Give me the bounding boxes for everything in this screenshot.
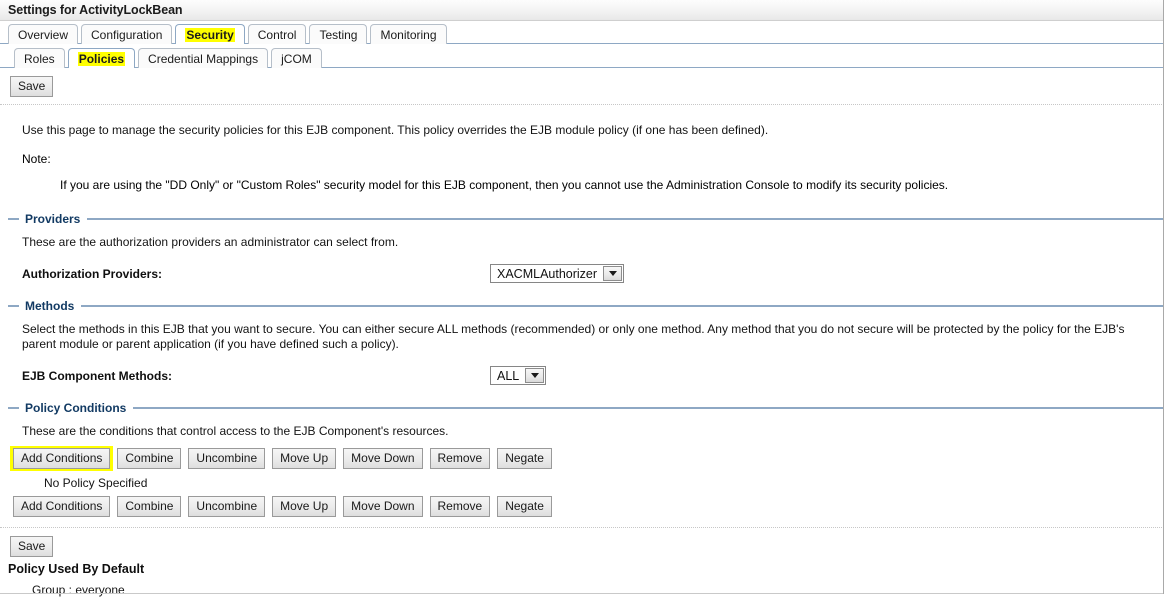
tab-roles[interactable]: Roles [14, 48, 65, 68]
move-up-button-bottom[interactable]: Move Up [272, 496, 337, 517]
tab-label: Control [257, 28, 297, 42]
settings-page: Settings for ActivityLockBean Overview C… [0, 0, 1172, 597]
methods-section-header: Methods [8, 299, 1164, 313]
policy-conditions-toolbar-bottom: Add Conditions Combine Uncombine Move Up… [13, 496, 1158, 517]
combine-button-bottom[interactable]: Combine [117, 496, 182, 517]
tab-testing[interactable]: Testing [309, 24, 368, 44]
tab-security[interactable]: Security [175, 24, 245, 44]
collapse-dash-icon [8, 305, 19, 307]
tab-jcom[interactable]: jCOM [271, 48, 322, 68]
scroll-track[interactable] [1167, 0, 1172, 594]
tab-configuration[interactable]: Configuration [81, 24, 173, 44]
tab-control[interactable]: Control [247, 24, 307, 44]
authorization-providers-label: Authorization Providers: [22, 266, 163, 281]
tab-credential-mappings[interactable]: Credential Mappings [138, 48, 269, 68]
divider-top [0, 104, 1164, 105]
authorization-providers-value: XACMLAuthorizer [497, 266, 598, 281]
tab-policies[interactable]: Policies [67, 48, 136, 68]
save-button-top[interactable]: Save [10, 76, 54, 97]
policy-used-by-default-title: Policy Used By Default [8, 562, 145, 576]
providers-section-header: Providers [8, 212, 1164, 226]
tab-monitoring[interactable]: Monitoring [370, 24, 447, 44]
tab-label: Testing [319, 28, 358, 42]
policy-conditions-section: Policy Conditions These are the conditio… [0, 401, 1172, 517]
chevron-down-icon[interactable] [525, 368, 545, 383]
uncombine-button-bottom[interactable]: Uncombine [188, 496, 266, 517]
ejb-component-methods-select[interactable]: ALL [490, 366, 547, 385]
tab-label: Roles [24, 52, 55, 66]
policy-conditions-section-title: Policy Conditions [25, 401, 127, 415]
methods-section-body: Select the methods in this EJB that you … [8, 322, 1164, 385]
ejb-component-methods-value: ALL [497, 368, 520, 383]
remove-button-top[interactable]: Remove [429, 448, 491, 469]
providers-description: These are the authorization providers an… [22, 235, 399, 249]
move-up-button-top[interactable]: Move Up [272, 448, 337, 469]
methods-description: Select the methods in this EJB that you … [22, 322, 1125, 351]
add-conditions-highlight: Add Conditions [10, 446, 114, 471]
policy-conditions-section-header: Policy Conditions [8, 401, 1164, 415]
methods-section: Methods Select the methods in this EJB t… [0, 299, 1172, 385]
tab-label: Monitoring [380, 28, 437, 42]
page-title: Settings for ActivityLockBean [8, 3, 183, 17]
move-down-button-bottom[interactable]: Move Down [343, 496, 423, 517]
tab-overview[interactable]: Overview [8, 24, 79, 44]
methods-section-title: Methods [25, 299, 75, 313]
note-label: Note: [22, 152, 51, 166]
no-policy-specified-text: No Policy Specified [44, 476, 148, 490]
window-titlebar: Settings for ActivityLockBean [0, 0, 1172, 21]
authorization-providers-select[interactable]: XACMLAuthorizer [490, 264, 625, 283]
negate-button-top[interactable]: Negate [497, 448, 552, 469]
tab-label: Configuration [91, 28, 163, 42]
policy-used-by-default-entry: Group : everyone [32, 583, 125, 597]
authorization-providers-row: Authorization Providers: XACMLAuthorizer [22, 264, 1158, 283]
uncombine-button-top[interactable]: Uncombine [188, 448, 266, 469]
tab-label: Credential Mappings [148, 52, 259, 66]
note-body: If you are using the "DD Only" or "Custo… [60, 178, 949, 192]
remove-button-bottom[interactable]: Remove [429, 496, 491, 517]
section-rule [87, 218, 1164, 220]
primary-tab-strip: Overview Configuration Security Control … [0, 21, 1172, 44]
save-button-bottom[interactable]: Save [10, 536, 54, 557]
bottom-save-row: Save [0, 528, 1172, 557]
providers-section: Providers These are the authorization pr… [0, 212, 1172, 283]
top-save-row: Save [0, 68, 1172, 97]
right-scroll-gutter[interactable] [1163, 0, 1172, 594]
ejb-component-methods-label: EJB Component Methods: [22, 368, 172, 383]
add-conditions-button-bottom[interactable]: Add Conditions [13, 496, 111, 517]
section-rule [133, 407, 1164, 409]
intro-paragraph: Use this page to manage the security pol… [22, 123, 769, 137]
tab-label: Policies [77, 52, 126, 66]
combine-button-top[interactable]: Combine [117, 448, 182, 469]
tab-label: jCOM [281, 52, 312, 66]
section-rule [81, 305, 1164, 307]
move-down-button-top[interactable]: Move Down [343, 448, 423, 469]
negate-button-bottom[interactable]: Negate [497, 496, 552, 517]
collapse-dash-icon [8, 407, 19, 409]
tab-label: Overview [18, 28, 69, 42]
policy-conditions-description: These are the conditions that control ac… [22, 424, 449, 438]
ejb-component-methods-row: EJB Component Methods: ALL [22, 366, 1158, 385]
policy-conditions-toolbar-top: Add Conditions Combine Uncombine Move Up… [10, 446, 1158, 471]
providers-section-title: Providers [25, 212, 81, 226]
tab-label: Security [185, 28, 235, 42]
providers-section-body: These are the authorization providers an… [8, 235, 1164, 283]
collapse-dash-icon [8, 218, 19, 220]
chevron-down-icon[interactable] [603, 266, 623, 281]
add-conditions-button-top[interactable]: Add Conditions [13, 448, 111, 469]
secondary-tab-strip: Roles Policies Credential Mappings jCOM [0, 44, 1172, 68]
content-area: Save Use this page to manage the securit… [0, 68, 1172, 597]
policy-conditions-section-body: These are the conditions that control ac… [8, 424, 1164, 517]
